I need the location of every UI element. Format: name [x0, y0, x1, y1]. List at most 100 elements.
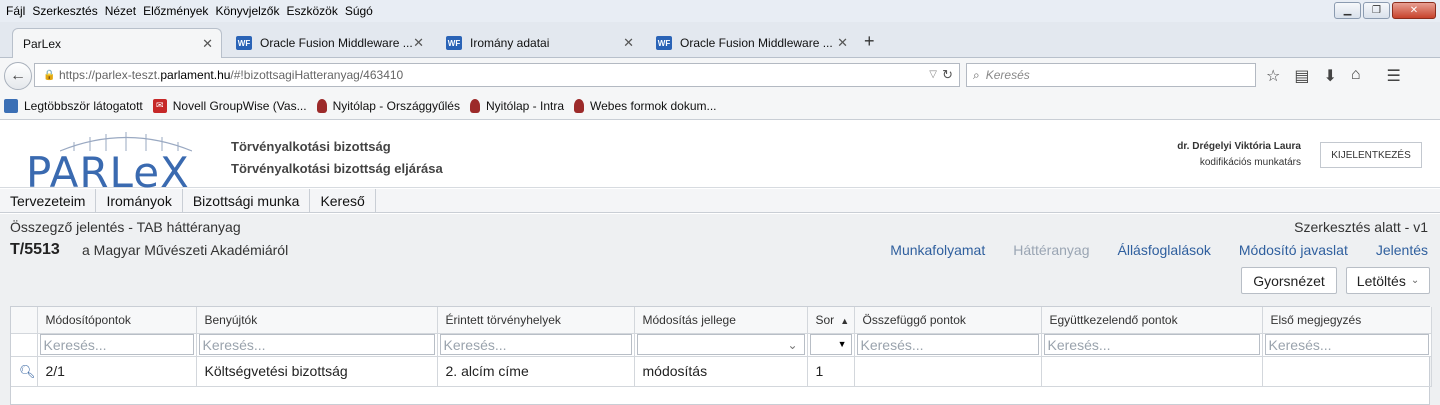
filter-cell: Keresés... [1262, 333, 1432, 357]
col-modositopontok[interactable]: Módosítópontok [37, 307, 197, 334]
close-tab-icon[interactable]: ✕ [837, 35, 848, 51]
bookmark-item[interactable]: Nyitólap - Intra [469, 98, 565, 113]
close-window-button[interactable]: ✕ [1392, 2, 1436, 19]
filter-megjegyzes-input[interactable]: Keresés... [1264, 334, 1429, 355]
filter-torvenyhelyek-input[interactable]: Keresés... [439, 334, 632, 355]
cell-torvenyhely: 2. alcím címe [437, 356, 635, 387]
cell-sor: 1 [807, 356, 855, 387]
tab-oracle-1[interactable]: WF Oracle Fusion Middleware ... ✕ [226, 28, 432, 58]
minimize-button[interactable]: ▁ [1334, 2, 1361, 19]
url-bar[interactable]: 🔒 https://parlex-teszt. parlament.hu/#!bi… [34, 63, 960, 87]
tab-modosito-javaslat[interactable]: Módosító javaslat [1239, 242, 1348, 258]
menu-file[interactable]: Fájl [6, 4, 25, 18]
document-type: Összegző jelentés - TAB háttéranyag [10, 219, 241, 235]
back-button[interactable]: ← [4, 62, 32, 90]
menu-history[interactable]: Előzmények [143, 4, 208, 18]
user-name: dr. Drégelyi Viktória Laura [1177, 141, 1301, 152]
close-tab-icon[interactable]: ✕ [623, 35, 634, 51]
col-elso-megjegyzes[interactable]: Első megjegyzés [1262, 307, 1432, 334]
filter-cell: ▼ [807, 333, 855, 357]
document-id: T/5513 [10, 241, 60, 258]
col-egyuttkezelendo-pontok[interactable]: Együttkezelendő pontok [1041, 307, 1263, 334]
filter-cell: ⌄ [634, 333, 808, 357]
grid-header-cell [11, 307, 38, 334]
filter-jellege-select[interactable]: ⌄ [636, 334, 805, 355]
col-osszefuggo-pontok[interactable]: Összefüggő pontok [854, 307, 1042, 334]
tab-munkafolyamat[interactable]: Munkafolyamat [890, 242, 985, 258]
bookmark-item[interactable]: Webes formok dokum... [574, 98, 717, 113]
menu-edit[interactable]: Szerkesztés [32, 4, 97, 18]
parlex-logo[interactable]: PARLeX [24, 130, 200, 197]
col-modositas-jellege[interactable]: Módosítás jellege [634, 307, 808, 334]
download-icon[interactable]: ⬇ [1323, 66, 1336, 86]
bookmark-star-icon[interactable]: ☆ [1266, 66, 1280, 86]
folder-icon [4, 98, 18, 113]
col-benyujtok[interactable]: Benyújtók [196, 307, 438, 334]
logout-button[interactable]: KIJELENTKEZÉS [1320, 142, 1422, 168]
filter-modositopontok-input[interactable]: Keresés... [39, 334, 194, 355]
filter-osszefuggo-input[interactable]: Keresés... [856, 334, 1039, 355]
download-button[interactable]: Letöltés ⌄ [1346, 267, 1430, 294]
reading-list-icon[interactable]: ▤ [1294, 66, 1309, 86]
grid-filter-row: Keresés... Keresés... Keresés... ⌄ ▼ Ker… [11, 333, 1432, 357]
quickview-button[interactable]: Gyorsnézet [1241, 267, 1337, 294]
tab-strip: ParLex ✕ WF Oracle Fusion Middleware ...… [0, 22, 1440, 59]
table-row[interactable]: 🔍︎ 2/1 Költségvetési bizottság 2. alcím … [11, 356, 1432, 387]
dropdown-triangle-icon: ▼ [837, 339, 847, 349]
reload-icon[interactable]: ↻ [942, 67, 953, 83]
nav-iromanyok[interactable]: Irományok [96, 189, 183, 212]
close-tab-icon[interactable]: ✕ [202, 36, 213, 52]
back-arrow-icon: ← [10, 67, 26, 84]
wf-favicon-icon: WF [446, 36, 462, 50]
url-path: /#!bizottsagiHatteranyag/463410 [230, 68, 404, 82]
cell-jellege: módosítás [634, 356, 808, 387]
col-erintett-torvenyhelyek[interactable]: Érintett törvényhelyek [437, 307, 635, 334]
navigation-bar: ← 🔒 https://parlex-teszt. parlament.hu/#!… [0, 58, 1440, 92]
menu-view[interactable]: Nézet [105, 4, 136, 18]
chevron-down-icon: ⌄ [1410, 275, 1420, 286]
tab-oracle-2[interactable]: WF Oracle Fusion Middleware ... ✕ [646, 28, 856, 58]
chevron-down-icon: ⌄ [787, 338, 798, 352]
col-sor[interactable]: Sor ▲ [807, 307, 855, 334]
committee-info: Törvényalkotási bizottság Törvényalkotás… [231, 136, 443, 180]
search-input[interactable]: ⌕ Keresés [966, 63, 1256, 87]
url-dropdown-icon[interactable]: ▽ [929, 69, 937, 80]
hamburger-menu-icon[interactable]: ☰ [1387, 66, 1401, 86]
tab-jelentes[interactable]: Jelentés [1376, 242, 1428, 258]
cell-osszefuggo [854, 356, 1042, 387]
sort-ascending-icon: ▲ [840, 315, 850, 326]
magnifier-icon[interactable]: 🔍︎ [19, 364, 36, 379]
nav-kereso[interactable]: Kereső [310, 189, 376, 212]
grid-header-row: Módosítópontok Benyújtók Érintett törvén… [11, 307, 1432, 334]
new-tab-button[interactable]: + [864, 31, 875, 52]
maximize-button[interactable]: ❐ [1363, 2, 1390, 19]
filter-egyuttkezelendo-input[interactable]: Keresés... [1043, 334, 1260, 355]
menu-help[interactable]: Súgó [345, 4, 373, 18]
bookmark-item[interactable]: ✉ Novell GroupWise (Vas... [152, 98, 307, 113]
cell-egyuttkezelendo [1041, 356, 1263, 387]
bookmark-label: Nyitólap - Intra [485, 98, 565, 113]
bookmark-item[interactable]: Nyitólap - Országgyűlés [316, 98, 460, 113]
search-icon: ⌕ [973, 67, 980, 82]
url-host: parlament.hu [160, 68, 231, 82]
close-tab-icon[interactable]: ✕ [413, 35, 424, 51]
tab-label: Oracle Fusion Middleware ... [680, 36, 833, 50]
wf-favicon-icon: WF [236, 36, 252, 50]
filter-sor-select[interactable]: ▼ [809, 334, 852, 355]
filter-cell: Keresés... [37, 333, 197, 357]
tab-allasfoglalasok[interactable]: Állásfoglalások [1118, 242, 1211, 258]
mail-icon: ✉ [152, 98, 167, 113]
home-icon[interactable]: ⌂ [1351, 66, 1361, 86]
menu-tools[interactable]: Eszközök [286, 4, 337, 18]
bookmark-item[interactable]: Legtöbbször látogatott [4, 98, 143, 113]
tab-parlex[interactable]: ParLex ✕ [12, 28, 222, 59]
filter-cell: Keresés... [1041, 333, 1263, 357]
tab-label: ParLex [23, 37, 62, 51]
nav-bizottsagi-munka[interactable]: Bizottsági munka [183, 189, 311, 212]
search-placeholder: Keresés [985, 68, 1030, 82]
tab-hatteranyag[interactable]: Háttéranyag [1013, 242, 1089, 258]
menu-bookmarks[interactable]: Könyvjelzők [215, 4, 279, 18]
nav-tervezeteim[interactable]: Tervezeteim [0, 189, 97, 212]
tab-iromany[interactable]: WF Iromány adatai ✕ [436, 28, 642, 58]
filter-benyujtok-input[interactable]: Keresés... [198, 334, 435, 355]
